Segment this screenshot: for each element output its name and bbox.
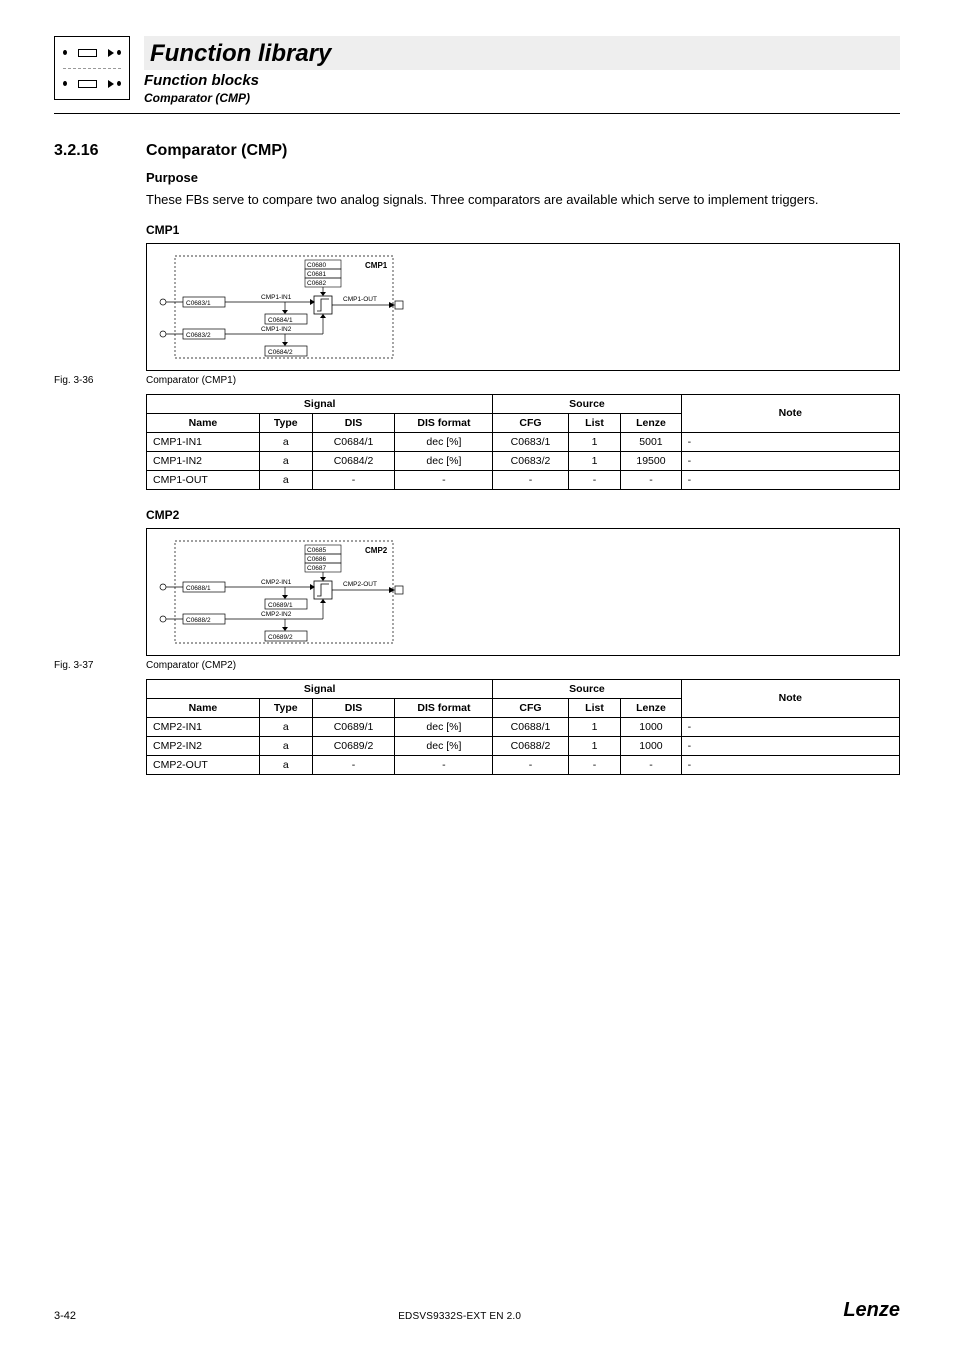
svg-text:C0688/2: C0688/2 — [186, 617, 211, 624]
diagram-box: .t6 { font: 6.5px Arial; } .t7b { font: … — [146, 243, 900, 371]
svg-text:C0686: C0686 — [307, 556, 327, 563]
svg-text:C0683/2: C0683/2 — [186, 332, 211, 339]
svg-text:C0688/1: C0688/1 — [186, 585, 211, 592]
title-sub2: Comparator (CMP) — [144, 91, 900, 105]
svg-text:CMP2: CMP2 — [365, 546, 388, 555]
table-row: CMP1-IN2 a C0684/2 dec [%] C0683/2 1 195… — [147, 451, 900, 470]
svg-text:CMP2-IN1: CMP2-IN1 — [261, 579, 292, 586]
svg-text:C0684/2: C0684/2 — [268, 349, 293, 356]
table-row: CMP2-IN2 a C0689/2 dec [%] C0688/2 1 100… — [147, 736, 900, 755]
svg-text:CMP1-IN1: CMP1-IN1 — [261, 294, 292, 301]
page-number: 3-42 — [54, 1310, 76, 1322]
table-row: CMP2-IN1 a C0689/1 dec [%] C0688/1 1 100… — [147, 717, 900, 736]
diagram-box: .t6 { font: 6.5px Arial; } .t7b { font: … — [146, 528, 900, 656]
svg-text:CMP1: CMP1 — [365, 261, 388, 270]
block-title: CMP2 — [146, 508, 900, 522]
svg-text:CMP2-OUT: CMP2-OUT — [343, 581, 377, 588]
purpose-heading: Purpose — [146, 170, 900, 185]
svg-text:C0680: C0680 — [307, 262, 327, 269]
svg-text:C0689/2: C0689/2 — [268, 634, 293, 641]
svg-text:CMP1-OUT: CMP1-OUT — [343, 296, 377, 303]
svg-text:CMP1-IN2: CMP1-IN2 — [261, 326, 292, 333]
svg-text:C0681: C0681 — [307, 271, 327, 278]
brand-logo: Lenze — [843, 1299, 900, 1322]
table-row: CMP1-OUT a - - - - - - — [147, 470, 900, 489]
figure-label: Fig. 3-36 — [54, 375, 110, 386]
comparator-block: CMP2 .t6 { font: 6.5px Arial; } .t7b { f… — [146, 508, 900, 656]
comparator-block: CMP1 .t6 { font: 6.5px Arial; } .t7b { f… — [146, 223, 900, 371]
signal-table: Signal Source Note NameTypeDISDIS format… — [146, 679, 900, 775]
section-number: 3.2.16 — [54, 142, 118, 160]
svg-text:C0689/1: C0689/1 — [268, 602, 293, 609]
figure-caption-row: Fig. 3-37 Comparator (CMP2) — [54, 660, 900, 671]
svg-text:C0682: C0682 — [307, 280, 327, 287]
comparator-diagram: .t6 { font: 6.5px Arial; } .t7b { font: … — [155, 537, 415, 647]
figure-caption-row: Fig. 3-36 Comparator (CMP1) — [54, 375, 900, 386]
section-heading: 3.2.16 Comparator (CMP) — [54, 142, 900, 160]
svg-text:CMP2-IN2: CMP2-IN2 — [261, 611, 292, 618]
signal-table: Signal Source Note NameTypeDISDIS format… — [146, 394, 900, 490]
svg-text:C0684/1: C0684/1 — [268, 317, 293, 324]
page-footer: 3-42 EDSVS9332S-EXT EN 2.0 Lenze — [54, 1299, 900, 1322]
page-header: Function library Function blocks Compara… — [54, 36, 900, 105]
svg-text:C0685: C0685 — [307, 547, 327, 554]
doc-id: EDSVS9332S-EXT EN 2.0 — [398, 1311, 521, 1322]
figure-label: Fig. 3-37 — [54, 660, 110, 671]
title-sub1: Function blocks — [144, 72, 900, 89]
section-title: Comparator (CMP) — [146, 142, 287, 160]
title-main: Function library — [150, 40, 894, 68]
block-title: CMP1 — [146, 223, 900, 237]
purpose-text: These FBs serve to compare two analog si… — [146, 191, 900, 209]
svg-text:C0683/1: C0683/1 — [186, 300, 211, 307]
header-icon — [54, 36, 130, 100]
svg-text:C0687: C0687 — [307, 565, 327, 572]
table-row: CMP1-IN1 a C0684/1 dec [%] C0683/1 1 500… — [147, 432, 900, 451]
table-row: CMP2-OUT a - - - - - - — [147, 755, 900, 774]
comparator-diagram: .t6 { font: 6.5px Arial; } .t7b { font: … — [155, 252, 415, 362]
figure-caption: Comparator (CMP1) — [146, 375, 236, 386]
figure-caption: Comparator (CMP2) — [146, 660, 236, 671]
